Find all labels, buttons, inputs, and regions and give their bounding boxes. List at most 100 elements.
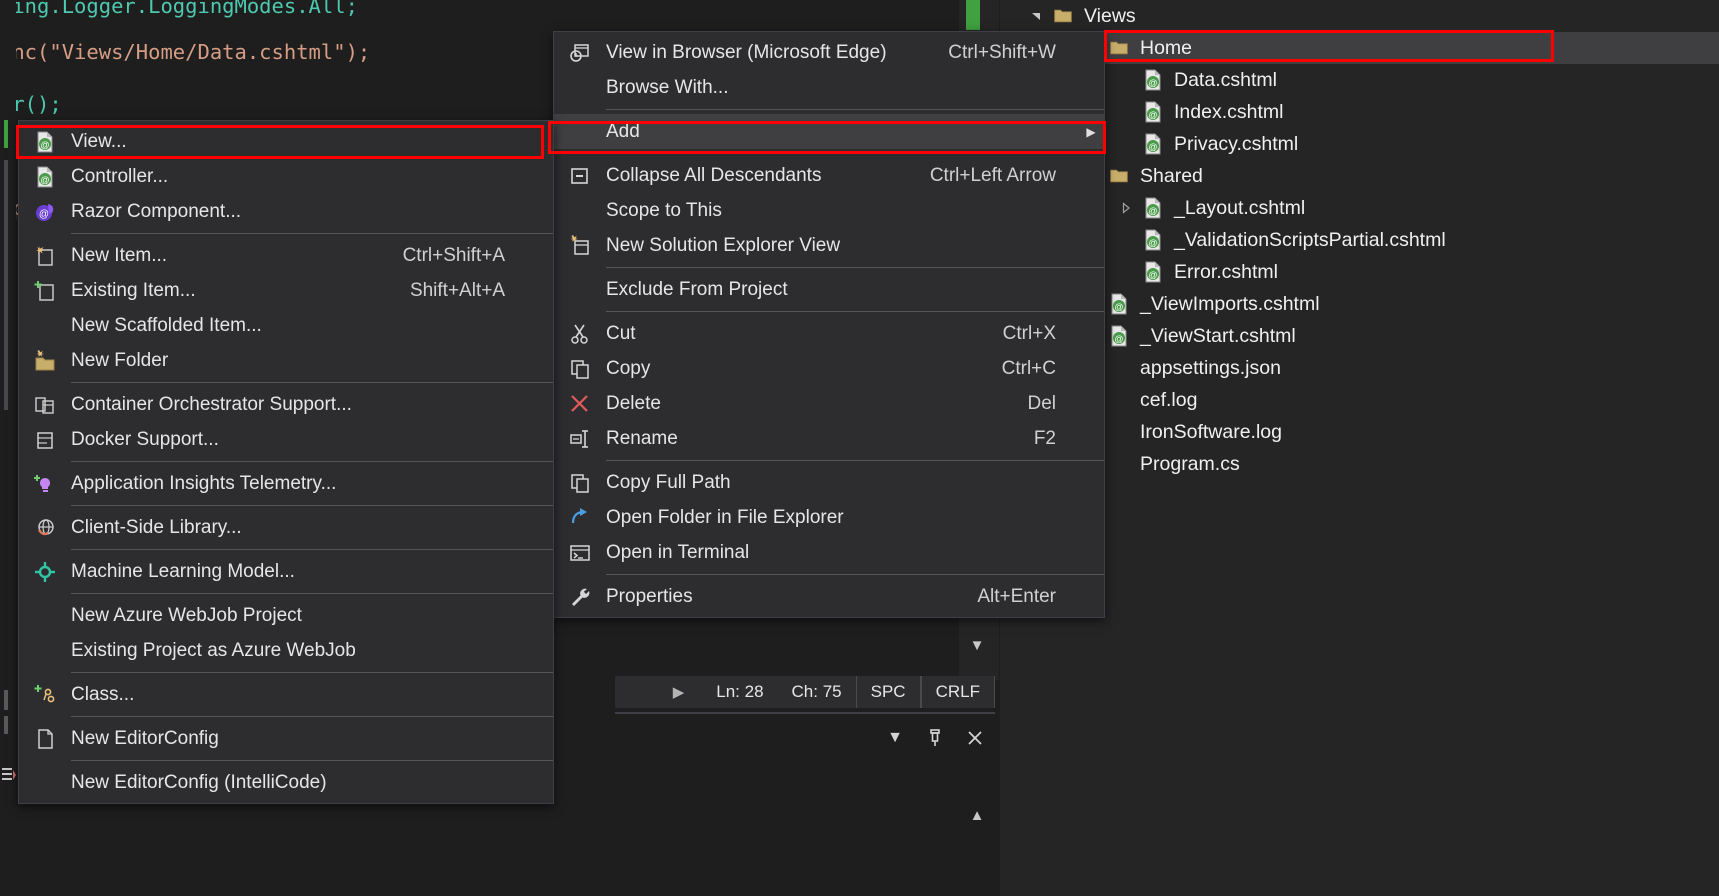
menu-item-collapse-all-descendants[interactable]: Collapse All Descendants Ctrl+Left Arrow bbox=[554, 158, 1104, 193]
menu-item-label: Existing Project as Azure WebJob bbox=[71, 639, 356, 661]
tree-item-privacy-cshtml[interactable]: @ Privacy.cshtml bbox=[1000, 128, 1719, 160]
menu-separator bbox=[606, 311, 1104, 312]
menu-item-controller[interactable]: @ Controller... bbox=[19, 159, 553, 194]
menu-item-label: Add bbox=[606, 120, 640, 142]
line-ending-indicator[interactable]: CRLF bbox=[920, 676, 995, 708]
menu-item-new-editorconfig-intellicode[interactable]: New EditorConfig (IntelliCode) bbox=[19, 765, 553, 800]
svg-text:@: @ bbox=[1114, 334, 1123, 344]
razor-file-icon: @ bbox=[1138, 100, 1168, 124]
chevron-right-icon[interactable] bbox=[1114, 202, 1138, 214]
tree-item-viewstart-cshtml[interactable]: @ _ViewStart.cshtml bbox=[1000, 320, 1719, 352]
solution-explorer-context-menu[interactable]: View in Browser (Microsoft Edge) Ctrl+Shi… bbox=[553, 31, 1105, 618]
menu-item-label: Client-Side Library... bbox=[71, 516, 242, 538]
solution-explorer-tree: Views Home @ Data.cshtml @ Index.cshtml @ Priva… bbox=[1000, 0, 1719, 480]
menu-item-existing-item[interactable]: Existing Item... Shift+Alt+A bbox=[19, 273, 553, 308]
tree-item-data-cshtml[interactable]: @ Data.cshtml bbox=[1000, 64, 1719, 96]
tree-item-viewimports-cshtml[interactable]: @ _ViewImports.cshtml bbox=[1000, 288, 1719, 320]
line-number-indicator: Ln: 28 bbox=[716, 682, 764, 701]
menu-item-shortcut: Ctrl+Shift+W bbox=[948, 41, 1056, 63]
menu-separator bbox=[606, 153, 1104, 154]
menu-separator bbox=[71, 593, 553, 594]
editor-left-tab-strip[interactable] bbox=[0, 755, 18, 795]
razor-file-icon: @ bbox=[1138, 260, 1168, 284]
tree-item-appsettings-json[interactable]: appsettings.json bbox=[1000, 352, 1719, 384]
menu-item-scope-to-this[interactable]: Scope to This bbox=[554, 193, 1104, 228]
tree-item-ironsoftware-log[interactable]: IronSoftware.log bbox=[1000, 416, 1719, 448]
tree-item-shared[interactable]: Shared bbox=[1000, 160, 1719, 192]
menu-item-new-editorconfig[interactable]: New EditorConfig bbox=[19, 721, 553, 756]
menu-item-view-in-browser-microsoft-edge[interactable]: View in Browser (Microsoft Edge) Ctrl+Shi… bbox=[554, 35, 1104, 70]
menu-separator bbox=[606, 460, 1104, 461]
svg-text:@: @ bbox=[1148, 206, 1157, 216]
pin-icon[interactable] bbox=[915, 718, 955, 758]
menu-item-label: Container Orchestrator Support... bbox=[71, 393, 352, 415]
menu-item-label: New Folder bbox=[71, 349, 169, 371]
menu-item-open-folder-in-file-explorer[interactable]: Open Folder in File Explorer bbox=[554, 500, 1104, 535]
client-side-library-icon bbox=[19, 510, 71, 545]
svg-text:@: @ bbox=[40, 140, 49, 150]
tree-item-label: Data.cshtml bbox=[1174, 68, 1277, 91]
menu-item-open-in-terminal[interactable]: Open in Terminal bbox=[554, 535, 1104, 570]
tree-item-label: appsettings.json bbox=[1140, 356, 1281, 379]
tree-item-validationscriptspartial-cshtml[interactable]: @ _ValidationScriptsPartial.cshtml bbox=[1000, 224, 1719, 256]
menu-item-cut[interactable]: Cut Ctrl+X bbox=[554, 316, 1104, 351]
menu-item-copy-full-path[interactable]: Copy Full Path bbox=[554, 465, 1104, 500]
chevron-down-icon[interactable] bbox=[1024, 10, 1048, 22]
menu-item-copy[interactable]: Copy Ctrl+C bbox=[554, 351, 1104, 386]
menu-item-class[interactable]: Class... bbox=[19, 677, 553, 712]
folder-icon bbox=[1048, 6, 1078, 26]
char-number-indicator: Ch: 75 bbox=[791, 682, 842, 701]
menu-item-browse-with[interactable]: Browse With... bbox=[554, 70, 1104, 105]
rename-icon bbox=[554, 421, 606, 456]
menu-item-new-scaffolded-item[interactable]: New Scaffolded Item... bbox=[19, 308, 553, 343]
razor-file-icon: @ bbox=[1104, 292, 1134, 316]
menu-item-machine-learning-model[interactable]: Machine Learning Model... bbox=[19, 554, 553, 589]
menu-item-shortcut: Del bbox=[1027, 392, 1056, 414]
spacing-indicator[interactable]: SPC bbox=[855, 676, 921, 708]
menu-item-client-side-library[interactable]: Client-Side Library... bbox=[19, 510, 553, 545]
menu-item-shortcut: Ctrl+C bbox=[1001, 357, 1056, 379]
menu-item-shortcut: Shift+Alt+A bbox=[409, 279, 505, 301]
menu-item-icon-placeholder bbox=[554, 114, 606, 149]
menu-item-delete[interactable]: Delete Del bbox=[554, 386, 1104, 421]
add-submenu[interactable]: @ View... @ Controller... @ Razor Component..… bbox=[18, 120, 554, 804]
folder-icon bbox=[1104, 166, 1134, 186]
tree-item-layout-cshtml[interactable]: @ _Layout.cshtml bbox=[1000, 192, 1719, 224]
scroll-down-button[interactable]: ▼ bbox=[960, 628, 994, 662]
menu-item-rename[interactable]: Rename F2 bbox=[554, 421, 1104, 456]
panel-divider bbox=[615, 712, 995, 714]
menu-item-application-insights-telemetry[interactable]: Application Insights Telemetry... bbox=[19, 466, 553, 501]
wrench-icon bbox=[554, 579, 606, 614]
chevron-down-icon[interactable]: ▼ bbox=[875, 718, 915, 758]
bottom-scroll-up-button[interactable]: ▲ bbox=[960, 798, 994, 832]
menu-item-new-folder[interactable]: New Folder bbox=[19, 343, 553, 378]
menu-item-new-solution-explorer-view[interactable]: New Solution Explorer View bbox=[554, 228, 1104, 263]
new-class-icon bbox=[19, 677, 71, 712]
new-folder-icon bbox=[19, 343, 71, 378]
menu-item-label: New EditorConfig (IntelliCode) bbox=[71, 771, 327, 793]
tree-item-home[interactable]: Home bbox=[1000, 32, 1719, 64]
menu-item-view[interactable]: @ View... bbox=[19, 124, 553, 159]
tree-item-label: _Layout.cshtml bbox=[1174, 196, 1306, 219]
tree-item-index-cshtml[interactable]: @ Index.cshtml bbox=[1000, 96, 1719, 128]
tree-item-program-cs[interactable]: Program.cs bbox=[1000, 448, 1719, 480]
menu-item-existing-project-as-azure-webjob[interactable]: Existing Project as Azure WebJob bbox=[19, 633, 553, 668]
menu-item-new-azure-webjob-project[interactable]: New Azure WebJob Project bbox=[19, 598, 553, 633]
scrollbar-marker bbox=[966, 0, 980, 30]
tree-item-cef-log[interactable]: cef.log bbox=[1000, 384, 1719, 416]
svg-text:@: @ bbox=[40, 175, 49, 185]
menu-item-container-orchestrator-support[interactable]: Container Orchestrator Support... bbox=[19, 387, 553, 422]
menu-item-label: Scope to This bbox=[606, 199, 722, 221]
tree-item-label: Index.cshtml bbox=[1174, 100, 1284, 123]
menu-item-exclude-from-project[interactable]: Exclude From Project bbox=[554, 272, 1104, 307]
close-icon[interactable] bbox=[955, 718, 995, 758]
menu-item-razor-component[interactable]: @ Razor Component... bbox=[19, 194, 553, 229]
tree-item-error-cshtml[interactable]: @ Error.cshtml bbox=[1000, 256, 1719, 288]
menu-separator bbox=[71, 505, 553, 506]
menu-item-new-item[interactable]: New Item... Ctrl+Shift+A bbox=[19, 238, 553, 273]
menu-item-properties[interactable]: Properties Alt+Enter bbox=[554, 579, 1104, 614]
menu-item-add[interactable]: Add ▶ bbox=[554, 114, 1104, 149]
tree-item-views[interactable]: Views bbox=[1000, 0, 1719, 32]
expand-status-button[interactable]: ▶ bbox=[655, 683, 703, 701]
menu-item-docker-support[interactable]: Docker Support... bbox=[19, 422, 553, 457]
